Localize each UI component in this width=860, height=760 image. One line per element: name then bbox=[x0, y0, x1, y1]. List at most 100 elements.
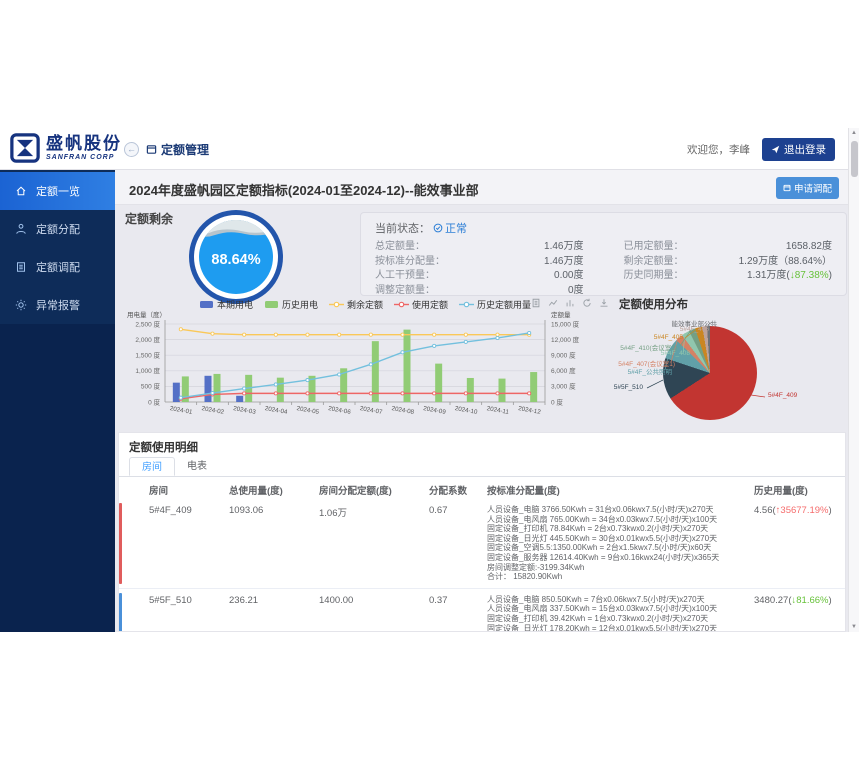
status-row: 剩余定额量：1.29万度（88.64%） bbox=[624, 255, 833, 270]
back-button[interactable]: ← bbox=[124, 142, 139, 157]
standard-alloc-line: 人员设备_电脑 3766.50Kwh = 31台x0.06kwx7.5(小时/天… bbox=[487, 505, 754, 515]
row-status-marker bbox=[119, 503, 122, 584]
svg-text:2024-01: 2024-01 bbox=[169, 405, 193, 416]
row-status-marker bbox=[119, 593, 122, 632]
status-row: 按标准分配量： 1.46万度 bbox=[375, 255, 584, 270]
apply-adjust-button[interactable]: 申请调配 bbox=[776, 177, 839, 199]
detail-tabs: 房间电表 bbox=[119, 457, 846, 477]
quota-app-window: 盛帆股份 SANFRAN CORP ← 定额管理 欢迎您，李峰 退出登录 bbox=[0, 128, 849, 632]
data-view-icon[interactable] bbox=[531, 298, 541, 308]
scrollbar-thumb[interactable] bbox=[851, 141, 858, 177]
quota-remaining-label: 定额剩余 bbox=[125, 210, 173, 227]
apply-adjust-label: 申请调配 bbox=[794, 181, 832, 195]
column-header: 分配系数 bbox=[429, 483, 487, 497]
svg-text:12,000 度: 12,000 度 bbox=[551, 335, 580, 344]
standard-alloc-cell: 人员设备_电脑 850.50Kwh = 7台x0.06kwx7.5(小时/天)x… bbox=[487, 595, 754, 632]
sidebar-item-2[interactable]: 定额分配 bbox=[0, 210, 115, 248]
sidebar-item-label: 异常报警 bbox=[36, 297, 80, 313]
page-scrollbar[interactable]: ▲ ▼ bbox=[848, 128, 859, 632]
svg-text:2024-10: 2024-10 bbox=[454, 405, 478, 416]
sidebar-item-3[interactable]: 定额调配 bbox=[0, 248, 115, 286]
table-row[interactable]: 5#5F_510236.211400.000.37人员设备_电脑 850.50K… bbox=[119, 589, 846, 632]
svg-text:2024-06: 2024-06 bbox=[328, 405, 352, 416]
status-row: 历史同期量：1.31万度(↓87.38%) bbox=[624, 269, 833, 284]
standard-alloc-line: 人员设备_电脑 850.50Kwh = 7台x0.06kwx7.5(小时/天)x… bbox=[487, 595, 754, 605]
svg-text:2024-12: 2024-12 bbox=[518, 405, 542, 416]
status-row: 已用定额量：1658.82度 bbox=[624, 240, 833, 255]
standard-alloc-cell: 人员设备_电脑 3766.50Kwh = 31台x0.06kwx7.5(小时/天… bbox=[487, 505, 754, 582]
column-header: 按标准分配量(度) bbox=[487, 483, 754, 497]
column-header: 历史用量(度) bbox=[754, 483, 846, 497]
standard-alloc-line: 人员设备_电风扇 765.00Kwh = 34台x0.03kwx7.5(小时/天… bbox=[487, 515, 754, 525]
user-icon bbox=[15, 223, 27, 235]
total-usage-cell: 236.21 bbox=[229, 595, 319, 606]
window-icon bbox=[146, 144, 157, 155]
quota-remaining-gauge: 88.64% bbox=[189, 210, 283, 304]
logout-button[interactable]: 退出登录 bbox=[762, 138, 835, 161]
status-value: 0.00度 bbox=[554, 269, 583, 284]
svg-text:9,000 度: 9,000 度 bbox=[551, 351, 576, 360]
status-label: 剩余定额量： bbox=[624, 255, 684, 270]
svg-text:2024-09: 2024-09 bbox=[423, 405, 447, 416]
scroll-down-icon[interactable]: ▼ bbox=[849, 624, 859, 630]
sidebar-item-1[interactable]: 定额一览 bbox=[0, 172, 115, 210]
quota-distribution-panel: 定额使用分布 5#4F_4095#5F_5105#4F_公共照明5#4F_407… bbox=[605, 296, 849, 432]
line-toggle-icon[interactable] bbox=[548, 298, 558, 308]
status-label: 按标准分配量： bbox=[375, 255, 445, 270]
alloc-quota-cell: 1400.00 bbox=[319, 595, 429, 606]
table-row[interactable]: 5#4F_4091093.061.06万0.67人员设备_电脑 3766.50K… bbox=[119, 499, 846, 589]
company-logo-icon bbox=[10, 133, 40, 163]
main-content: 2024年度盛帆园区定额指标(2024-01至2024-12)--能效事业部 申… bbox=[115, 170, 849, 632]
history-usage-cell: 4.56(↑35677.19%) bbox=[754, 505, 846, 516]
status-label: 调整定额量： bbox=[375, 284, 435, 299]
pie-slice-label: 5#4F_410(会议室2) bbox=[620, 342, 677, 352]
status-label: 人工干预量： bbox=[375, 269, 435, 284]
detail-tab-2[interactable]: 电表 bbox=[175, 457, 219, 476]
svg-text:1,500 度: 1,500 度 bbox=[135, 351, 160, 360]
svg-text:用电量（度）: 用电量（度） bbox=[127, 310, 166, 319]
bar-toggle-icon[interactable] bbox=[565, 298, 575, 308]
sidebar-item-label: 定额分配 bbox=[36, 221, 80, 237]
logout-label: 退出登录 bbox=[784, 142, 826, 157]
svg-text:2024-03: 2024-03 bbox=[233, 405, 257, 416]
standard-alloc-line: 房间调整定额:-3199.34Kwh bbox=[487, 563, 754, 573]
status-panel: 当前状态： 正常 总定额量：1.46万度按标准分配量：1.46万度人工干预量：0… bbox=[360, 212, 847, 296]
status-label: 已用定额量： bbox=[624, 240, 684, 255]
status-value: 1.46万度 bbox=[544, 255, 583, 270]
svg-text:2,500 度: 2,500 度 bbox=[135, 319, 160, 328]
total-usage-cell: 1093.06 bbox=[229, 505, 319, 516]
alloc-quota-cell: 1.06万 bbox=[319, 505, 429, 519]
detail-section-title: 定额使用明细 bbox=[129, 439, 198, 455]
home-icon bbox=[15, 185, 27, 197]
svg-text:2024-02: 2024-02 bbox=[201, 405, 225, 416]
brand-logo: 盛帆股份 SANFRAN CORP bbox=[10, 133, 122, 163]
status-value: 0度 bbox=[568, 284, 584, 299]
standard-alloc-line: 固定设备_服务器 12614.40Kwh = 9台x0.16kwx24(小时/天… bbox=[487, 553, 754, 563]
sidebar-item-label: 定额调配 bbox=[36, 259, 80, 275]
gear-icon bbox=[15, 299, 27, 311]
restore-icon[interactable] bbox=[582, 298, 592, 308]
status-ok-icon bbox=[433, 223, 443, 233]
standard-alloc-line: 固定设备_日光灯 445.50Kwh = 30台x0.01kwx5.5(小时/天… bbox=[487, 534, 754, 544]
scroll-up-icon[interactable]: ▲ bbox=[849, 130, 859, 136]
usage-bar-line-chart: 0 度0 度500 度3,000 度1,000 度6,000 度1,500 度9… bbox=[121, 308, 601, 428]
coef-cell: 0.67 bbox=[429, 505, 487, 516]
status-row: 总定额量：1.46万度 bbox=[375, 240, 584, 255]
svg-text:2024-07: 2024-07 bbox=[359, 405, 383, 416]
book-icon bbox=[15, 261, 27, 273]
detail-tab-1[interactable]: 房间 bbox=[129, 457, 175, 476]
history-usage-cell: 3480.27(↓81.66%) bbox=[754, 595, 846, 606]
svg-text:2024-05: 2024-05 bbox=[296, 405, 320, 416]
room-cell: 5#5F_510 bbox=[149, 595, 229, 606]
svg-text:1,000 度: 1,000 度 bbox=[135, 366, 160, 375]
page-title: 2024年度盛帆园区定额指标(2024-01至2024-12)--能效事业部 bbox=[129, 180, 479, 199]
standard-alloc-line: 固定设备_日光灯 178.20Kwh = 12台x0.01kwx5.5(小时/天… bbox=[487, 624, 754, 632]
coef-cell: 0.37 bbox=[429, 595, 487, 606]
app-header: 盛帆股份 SANFRAN CORP ← 定额管理 欢迎您，李峰 退出登录 bbox=[0, 128, 849, 170]
pie-slice-label: 5#5F_510 bbox=[614, 384, 643, 391]
sidebar-item-4[interactable]: 异常报警 bbox=[0, 286, 115, 324]
module-tab[interactable]: 定额管理 bbox=[146, 141, 209, 158]
standard-alloc-line: 人员设备_电风扇 337.50Kwh = 15台x0.03kwx7.5(小时/天… bbox=[487, 604, 754, 614]
pie-slice-label: 能效事业部公共 bbox=[672, 318, 718, 328]
standard-alloc-line: 合计： 15820.90Kwh bbox=[487, 572, 754, 582]
